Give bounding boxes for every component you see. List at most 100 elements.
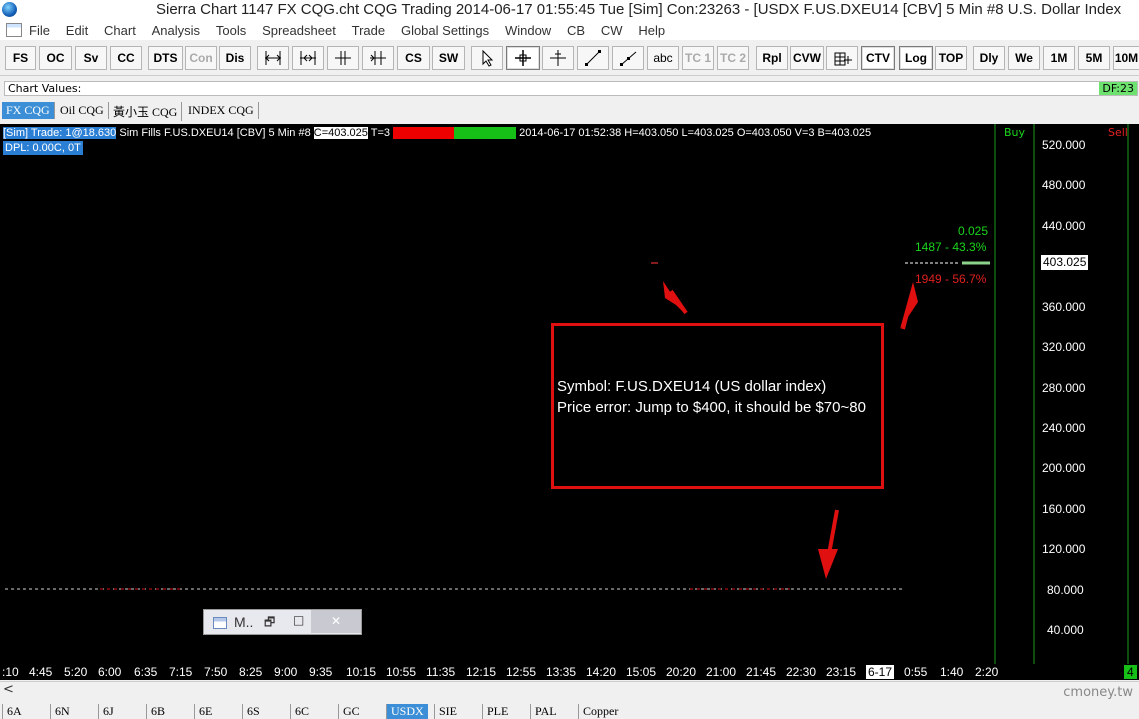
chart-values-label: Chart Values: [8, 82, 82, 95]
menu-bar: File Edit Chart Analysis Tools Spreadshe… [0, 20, 1139, 40]
menu-cb[interactable]: CB [567, 23, 585, 38]
symbol-tab[interactable]: 6A [2, 704, 26, 719]
fs-button[interactable]: FS [5, 46, 36, 70]
cross-cursor-icon[interactable] [542, 46, 574, 70]
scale-label: 320.000 [1042, 340, 1086, 354]
oc-button[interactable]: OC [39, 46, 72, 70]
replay-button[interactable]: Rpl [756, 46, 788, 70]
sv-button[interactable]: Sv [75, 46, 107, 70]
symbol-tab[interactable]: 6N [50, 704, 74, 719]
line-tool-icon[interactable] [577, 46, 609, 70]
daily-button[interactable]: Dly [973, 46, 1005, 70]
time-label: 7:50 [204, 665, 228, 679]
sw-button[interactable]: SW [432, 46, 465, 70]
symbol-tab[interactable]: PLE [482, 704, 512, 719]
tab-huang-cqg[interactable]: 黃小玉 CQG [109, 102, 183, 121]
arrow-down-icon [827, 509, 839, 555]
weekly-button[interactable]: We [1008, 46, 1040, 70]
tc1-button[interactable]: TC 1 [682, 46, 714, 70]
time-label: 21:45 [746, 665, 777, 679]
menu-cw[interactable]: CW [601, 23, 623, 38]
time-label: 12:15 [466, 665, 497, 679]
time-label: 8:25 [239, 665, 263, 679]
ctv-button[interactable]: CTV [861, 46, 895, 70]
menu-chart[interactable]: Chart [104, 23, 136, 38]
time-label: 20:20 [666, 665, 697, 679]
scroll-left-arrow[interactable]: < [3, 682, 14, 697]
scale-label: 40.000 [1047, 623, 1084, 637]
chart-narrow-icon[interactable] [292, 46, 324, 70]
minimized-window-title[interactable]: M.. [234, 614, 253, 630]
menu-edit[interactable]: Edit [66, 23, 88, 38]
cs-button[interactable]: CS [397, 46, 430, 70]
chart-width-icon[interactable] [257, 46, 289, 70]
symbol-tab[interactable]: GC [338, 704, 364, 719]
annotation-line-1: Symbol: F.US.DXEU14 (US dollar index) [557, 378, 827, 395]
symbol-tab[interactable]: SIE [434, 704, 461, 719]
toolbar: FS OC Sv CC DTS Con Dis CS SW abc TC 1 T… [0, 43, 1139, 76]
tab-fx-cqg[interactable]: FX CQG [2, 102, 55, 119]
time-label: 12:55 [506, 665, 537, 679]
close-icon[interactable]: ✕ [311, 610, 361, 633]
crosshair-icon[interactable] [506, 46, 540, 70]
scale-label: 120.000 [1042, 542, 1086, 556]
menu-trade[interactable]: Trade [352, 23, 385, 38]
window-title: Sierra Chart 1147 FX CQG.cht CQG Trading… [156, 1, 1122, 18]
tc2-button[interactable]: TC 2 [717, 46, 749, 70]
dom-buy-info: 1487 - 43.3% [915, 240, 987, 254]
time-label: 7:15 [169, 665, 193, 679]
symbol-tab[interactable]: PAL [530, 704, 561, 719]
symbol-tab[interactable]: 6J [98, 704, 118, 719]
symbol-tab[interactable]: 6E [194, 704, 216, 719]
horizontal-scrollbar[interactable]: < cmoney.tw [0, 681, 1139, 700]
menu-spreadsheet[interactable]: Spreadsheet [262, 23, 336, 38]
menu-global-settings[interactable]: Global Settings [401, 23, 489, 38]
symbol-tab[interactable]: 6S [242, 704, 264, 719]
fit-chart-icon[interactable] [327, 46, 359, 70]
5m-button[interactable]: 5M [1078, 46, 1110, 70]
1m-button[interactable]: 1M [1043, 46, 1075, 70]
document-icon[interactable] [6, 23, 22, 37]
time-label: 5:20 [64, 665, 88, 679]
symbol-tab[interactable]: Copper [578, 704, 622, 719]
sierra-chart-logo-icon[interactable] [2, 2, 17, 17]
cvw-button[interactable]: CVW [790, 46, 824, 70]
center-chart-icon[interactable] [362, 46, 394, 70]
top-button[interactable]: TOP [935, 46, 967, 70]
time-label: 11:35 [426, 665, 456, 679]
watermark: cmoney.tw [1063, 685, 1133, 700]
10m-button[interactable]: 10M [1113, 46, 1139, 70]
con-button[interactable]: Con [185, 46, 217, 70]
dts-button[interactable]: DTS [148, 46, 183, 70]
scale-label: 440.000 [1042, 219, 1086, 233]
time-label: 4:45 [29, 665, 53, 679]
symbol-tab-usdx[interactable]: USDX [386, 704, 428, 719]
time-label: 14:20 [586, 665, 617, 679]
maximize-icon[interactable]: □ [293, 613, 304, 627]
cc-button[interactable]: CC [110, 46, 142, 70]
menu-analysis[interactable]: Analysis [152, 23, 200, 38]
dom-top-value: 0.025 [958, 224, 989, 238]
price-chart[interactable]: [Sim] Trade: 1@18.630 Sim Fills F.US.DXE… [0, 124, 1139, 664]
text-tool-button[interactable]: abc [647, 46, 679, 70]
ray-tool-icon[interactable] [612, 46, 644, 70]
scale-label: 480.000 [1042, 178, 1086, 192]
menu-window[interactable]: Window [505, 23, 551, 38]
log-button[interactable]: Log [899, 46, 933, 70]
minimized-window[interactable]: M.. 🗗 □ ✕ [203, 609, 362, 635]
last-price-tag: 403.025 [1041, 255, 1089, 270]
dom-sell-info: 1949 - 56.7% [915, 272, 987, 286]
symbol-tab[interactable]: 6C [290, 704, 313, 719]
tab-index-cqg[interactable]: INDEX CQG [184, 102, 259, 119]
menu-file[interactable]: File [29, 23, 50, 38]
time-label: 1:40 [940, 665, 964, 679]
menu-help[interactable]: Help [638, 23, 665, 38]
restore-icon[interactable]: 🗗 [264, 613, 275, 634]
tvw-grid-icon[interactable] [826, 46, 858, 70]
tab-oil-cqg[interactable]: Oil CQG [56, 102, 109, 119]
chartbook-tabs: FX CQG Oil CQG 黃小玉 CQG INDEX CQG [0, 101, 1139, 121]
dis-button[interactable]: Dis [219, 46, 251, 70]
pointer-icon[interactable] [471, 46, 503, 70]
symbol-tab[interactable]: 6B [146, 704, 169, 719]
menu-tools[interactable]: Tools [216, 23, 246, 38]
